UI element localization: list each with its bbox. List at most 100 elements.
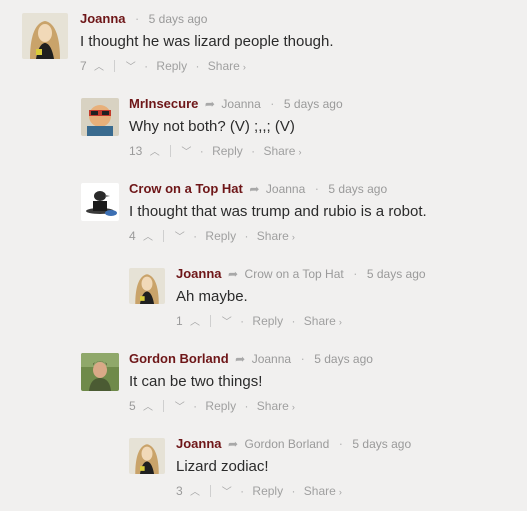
- separator-dot: ·: [291, 314, 296, 328]
- in-reply-to[interactable]: Joanna: [266, 182, 305, 196]
- comment-footer: 7 ︿ ﹀ · Reply · Share ›: [80, 58, 334, 74]
- in-reply-to[interactable]: Joanna: [221, 97, 260, 111]
- separator-dot: ·: [244, 229, 249, 243]
- share-label: Share: [256, 229, 289, 243]
- share-button[interactable]: Share ›: [304, 484, 342, 498]
- chevron-right-icon: ›: [338, 487, 342, 497]
- timestamp[interactable]: 5 days ago: [149, 12, 208, 26]
- separator-dot: ·: [240, 314, 245, 328]
- separator-dot: ·: [291, 484, 296, 498]
- author-name[interactable]: MrInsecure: [129, 96, 198, 111]
- downvote-icon[interactable]: ﹀: [175, 400, 185, 416]
- vote-divider: [170, 145, 172, 157]
- reply-button[interactable]: Reply: [252, 314, 283, 328]
- upvote-count: 3: [176, 484, 183, 498]
- separator-dot: ·: [195, 59, 200, 73]
- downvote-icon[interactable]: ﹀: [126, 60, 136, 76]
- vote-divider: [114, 60, 116, 72]
- share-label: Share: [263, 144, 296, 158]
- upvote-count: 13: [129, 144, 143, 158]
- share-label: Share: [303, 484, 336, 498]
- separator-dot: ·: [193, 399, 198, 413]
- separator-dot: ·: [338, 437, 343, 451]
- comment-header: Crow on a Top Hat ➦ Joanna · 5 days ago: [129, 181, 427, 197]
- reply-arrow-icon: ➦: [204, 97, 215, 111]
- upvote-icon[interactable]: ︿: [190, 315, 200, 331]
- share-label: Share: [303, 314, 336, 328]
- timestamp[interactable]: 5 days ago: [352, 437, 411, 451]
- reply-arrow-icon: ➦: [249, 182, 260, 196]
- share-button[interactable]: Share ›: [304, 314, 342, 328]
- author-name[interactable]: Crow on a Top Hat: [129, 181, 243, 196]
- upvote-icon[interactable]: ︿: [94, 60, 104, 76]
- comment-text: I thought he was lizard people though.: [80, 33, 334, 50]
- timestamp[interactable]: 5 days ago: [314, 352, 373, 366]
- upvote-icon[interactable]: ︿: [143, 230, 153, 246]
- separator-dot: ·: [314, 182, 319, 196]
- reply-button[interactable]: Reply: [205, 399, 236, 413]
- vote-divider: [210, 315, 212, 327]
- author-name[interactable]: Joanna: [176, 266, 222, 281]
- comment-footer: 4 ︿ ﹀ · Reply · Share ›: [129, 228, 427, 244]
- downvote-icon[interactable]: ﹀: [222, 315, 232, 331]
- share-button[interactable]: Share ›: [257, 399, 295, 413]
- share-button[interactable]: Share ›: [263, 144, 301, 158]
- separator-dot: ·: [240, 484, 245, 498]
- upvote-icon[interactable]: ︿: [143, 400, 153, 416]
- comment-text: It can be two things!: [129, 373, 263, 390]
- avatar[interactable]: [81, 353, 119, 391]
- vote-divider: [163, 230, 165, 242]
- avatar[interactable]: [129, 268, 165, 304]
- upvote-count: 4: [129, 229, 136, 243]
- author-name[interactable]: Joanna: [176, 436, 222, 451]
- in-reply-to[interactable]: Joanna: [252, 352, 291, 366]
- reply-button[interactable]: Reply: [205, 229, 236, 243]
- comment-footer: 13 ︿ ﹀ · Reply · Share ›: [129, 143, 343, 159]
- timestamp[interactable]: 5 days ago: [328, 182, 387, 196]
- in-reply-to[interactable]: Gordon Borland: [245, 437, 330, 451]
- separator-dot: ·: [270, 97, 275, 111]
- chevron-right-icon: ›: [291, 232, 295, 242]
- author-name[interactable]: Joanna: [80, 11, 126, 26]
- downvote-icon[interactable]: ﹀: [175, 230, 185, 246]
- timestamp[interactable]: 5 days ago: [284, 97, 343, 111]
- comment-header: Joanna ➦ Gordon Borland · 5 days ago: [176, 436, 411, 452]
- upvote-icon[interactable]: ︿: [190, 485, 200, 501]
- chevron-right-icon: ›: [291, 402, 295, 412]
- separator-dot: ·: [199, 144, 204, 158]
- reply-button[interactable]: Reply: [156, 59, 187, 73]
- avatar[interactable]: [81, 98, 119, 136]
- in-reply-to[interactable]: Crow on a Top Hat: [245, 267, 344, 281]
- comment-text: Why not both? (V) ;,,; (V): [129, 118, 295, 135]
- avatar[interactable]: [129, 438, 165, 474]
- share-label: Share: [207, 59, 240, 73]
- comment-footer: 3 ︿ ﹀ · Reply · Share ›: [176, 483, 411, 499]
- comment-text: Lizard zodiac!: [176, 458, 269, 475]
- separator-dot: ·: [251, 144, 256, 158]
- chevron-right-icon: ›: [338, 317, 342, 327]
- reply-button[interactable]: Reply: [252, 484, 283, 498]
- comment-header: Joanna · 5 days ago: [80, 11, 334, 27]
- comment-text: Ah maybe.: [176, 288, 248, 305]
- avatar[interactable]: [22, 13, 68, 59]
- timestamp[interactable]: 5 days ago: [367, 267, 426, 281]
- share-button[interactable]: Share ›: [257, 229, 295, 243]
- downvote-icon[interactable]: ﹀: [181, 145, 191, 161]
- vote-divider: [210, 485, 212, 497]
- separator-dot: ·: [144, 59, 149, 73]
- reply-arrow-icon: ➦: [228, 267, 239, 281]
- comment-header: Joanna ➦ Crow on a Top Hat · 5 days ago: [176, 266, 426, 282]
- avatar[interactable]: [81, 183, 119, 221]
- comment-header: MrInsecure ➦ Joanna · 5 days ago: [129, 96, 343, 112]
- reply-button[interactable]: Reply: [212, 144, 243, 158]
- comment-footer: 1 ︿ ﹀ · Reply · Share ›: [176, 313, 426, 329]
- downvote-icon[interactable]: ﹀: [222, 485, 232, 501]
- separator-dot: ·: [244, 399, 249, 413]
- separator-dot: ·: [353, 267, 358, 281]
- comment-footer: 5 ︿ ﹀ · Reply · Share ›: [129, 398, 373, 414]
- share-label: Share: [256, 399, 289, 413]
- author-name[interactable]: Gordon Borland: [129, 351, 229, 366]
- upvote-count: 5: [129, 399, 136, 413]
- upvote-icon[interactable]: ︿: [150, 145, 160, 161]
- share-button[interactable]: Share ›: [208, 59, 246, 73]
